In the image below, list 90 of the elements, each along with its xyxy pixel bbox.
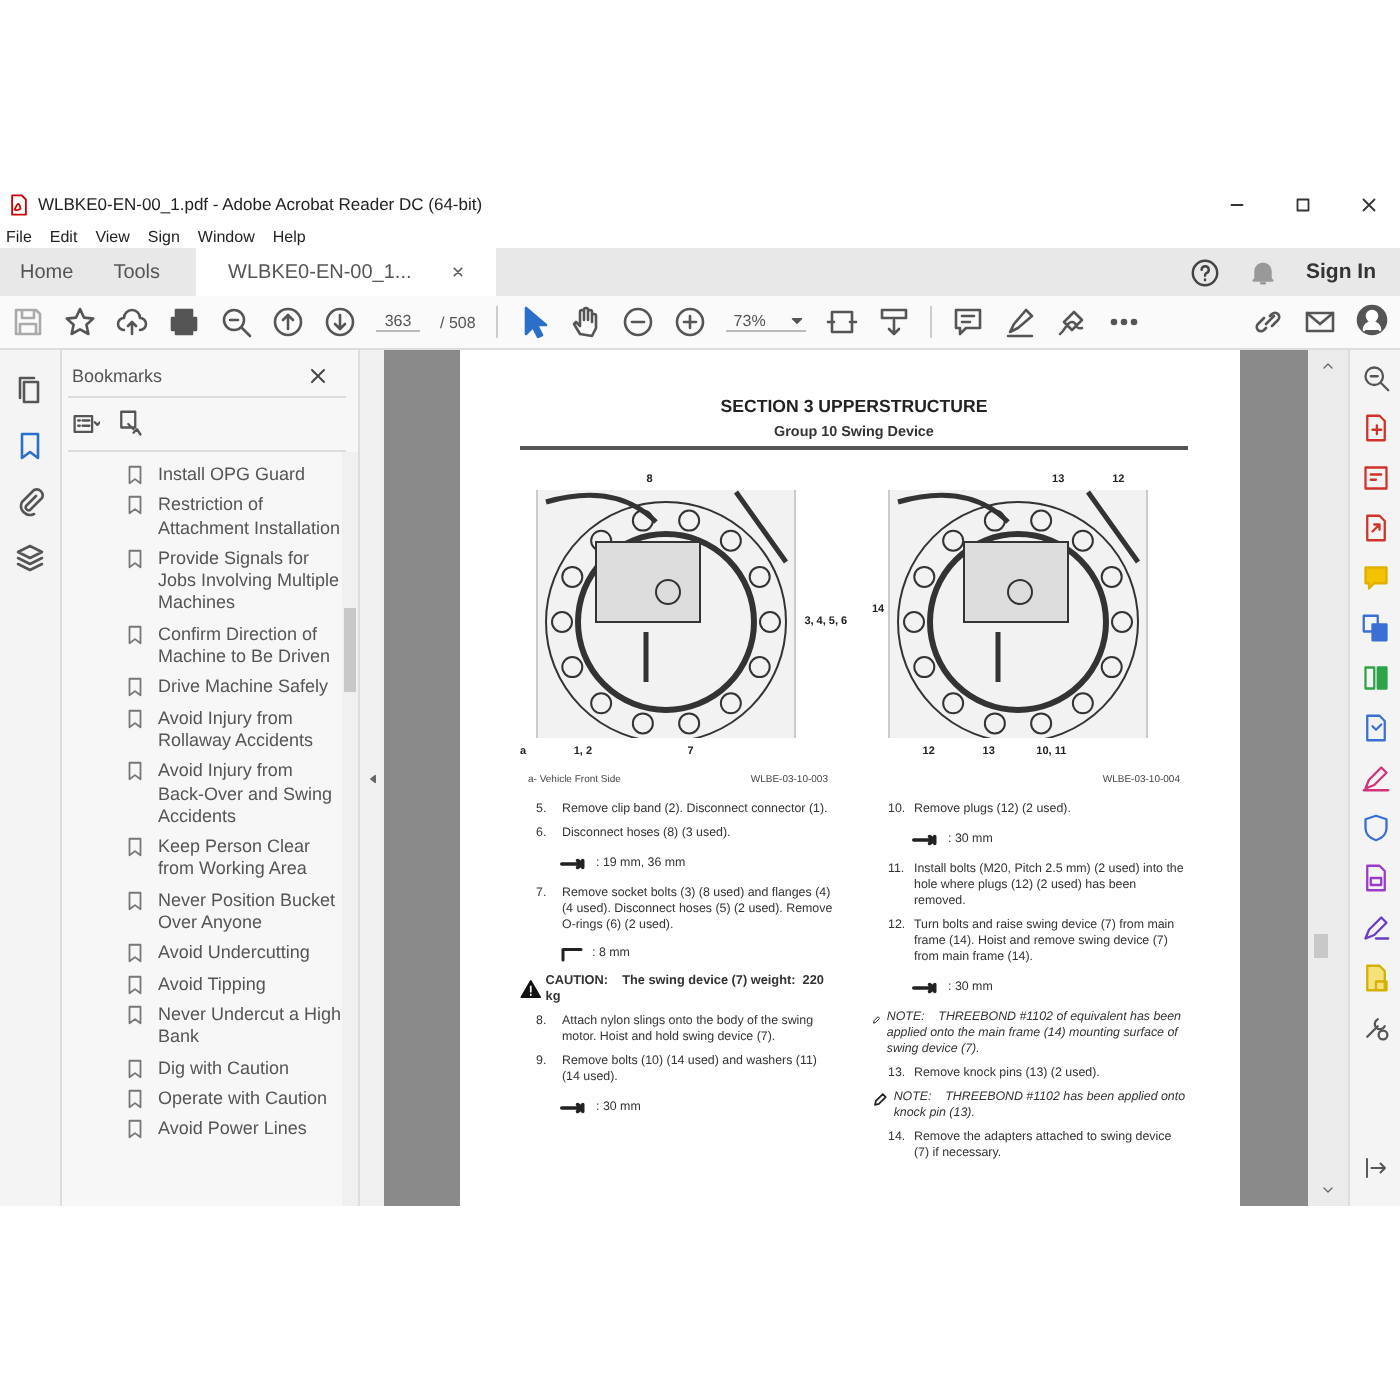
bookmark-icon (124, 1003, 146, 1026)
bookmark-item[interactable]: Never Undercut a High Bank (158, 1003, 342, 1050)
search-icon[interactable] (1361, 364, 1389, 392)
bookmark-item[interactable]: Avoid Power Lines (158, 1118, 307, 1141)
bookmark-item[interactable]: Provide Signals for Jobs Involving Multiple Machines (158, 547, 342, 616)
tab[interactable]: Tools (93, 248, 181, 296)
add-account-icon[interactable] (1356, 304, 1388, 336)
zoom-in-icon[interactable] (673, 306, 706, 338)
options-menu-icon[interactable] (72, 410, 100, 438)
bookmark-item[interactable]: Keep Person Clear from Working Area (158, 836, 342, 882)
bookmark-icon (124, 889, 146, 912)
bookmark-search-icon[interactable] (116, 410, 144, 438)
page-count: / 508 (440, 313, 476, 331)
bookmark-icon (124, 623, 146, 646)
bookmark-item[interactable]: Operate with Caution (158, 1087, 328, 1111)
warning-icon (520, 978, 542, 1000)
zoom-dropdown[interactable]: 73% (725, 312, 806, 332)
bookmark-icon (124, 836, 146, 859)
bookmark-icon (124, 760, 146, 783)
bookmark-item[interactable]: Avoid Tipping (158, 973, 266, 996)
expand-panel-icon[interactable] (1363, 1156, 1387, 1180)
link-icon[interactable] (1252, 306, 1284, 338)
menu-item[interactable]: View (95, 227, 130, 245)
bookmark-icon (124, 1087, 146, 1110)
edit-pdf-icon[interactable] (1361, 464, 1389, 492)
close-icon[interactable] (306, 364, 330, 388)
tab[interactable]: WLBKE0-EN-00_1... (196, 248, 496, 296)
caret-icon (787, 312, 806, 330)
menu-item[interactable]: Sign (147, 227, 180, 245)
comment-icon[interactable] (951, 306, 984, 338)
bookmark-item[interactable]: Restriction of Attachment Installation (158, 494, 342, 540)
pencil-icon (872, 1089, 888, 1109)
shield-icon[interactable] (1361, 814, 1389, 842)
scroll-up-icon[interactable] (1320, 358, 1336, 374)
bookmark-item[interactable]: Never Position Bucket Over Anyone (158, 889, 342, 935)
bookmark-item[interactable]: Avoid Injury from Rollaway Accidents (158, 707, 342, 753)
highlighter-icon[interactable] (1003, 306, 1036, 338)
help-icon[interactable] (1190, 257, 1220, 287)
zoom-out-icon[interactable] (220, 306, 252, 338)
tab[interactable]: Home (0, 248, 94, 296)
menu-item[interactable]: File (6, 227, 32, 245)
bookmark-icon (124, 494, 146, 517)
bookmark-item[interactable]: Install OPG Guard (158, 464, 306, 487)
bookmark-icon (124, 547, 146, 570)
print-icon[interactable] (168, 306, 200, 338)
combine-files-icon[interactable] (1361, 614, 1389, 642)
pdf-file-icon (8, 193, 30, 215)
sign-in-link[interactable]: Sign In (1306, 260, 1376, 284)
scroll-mode-icon[interactable] (877, 306, 910, 338)
zoom-out-icon[interactable] (621, 306, 654, 338)
window-title: WLBKE0-EN-00_1.pdf - Adobe Acrobat Reader DC (64-bit) (38, 194, 483, 214)
form-icon[interactable] (1361, 864, 1389, 892)
page-number-field[interactable]: 363 (376, 312, 420, 332)
menu-item[interactable]: Edit (49, 227, 78, 245)
bookmark-icon (124, 942, 146, 965)
close-icon[interactable] (1358, 193, 1380, 215)
bookmark-item[interactable]: Drive Machine Safely (158, 676, 329, 700)
tools-icon[interactable] (1361, 1014, 1389, 1042)
arrow-down-icon[interactable] (324, 306, 356, 338)
section-heading: SECTION 3 UPPERSTRUCTURE (718, 396, 990, 416)
bookmark-icon (124, 464, 146, 486)
hand-icon[interactable] (569, 306, 602, 338)
arrow-up-icon[interactable] (272, 306, 304, 338)
create-pdf-icon[interactable] (1361, 414, 1389, 442)
mail-icon[interactable] (1304, 306, 1336, 338)
bookmark-item[interactable]: Avoid Injury from Back-Over and Swing Accidents (158, 760, 342, 829)
bookmark-icon (124, 676, 146, 699)
bookmark-icon (124, 1118, 146, 1141)
menu-item[interactable]: Window (197, 227, 255, 245)
star-icon[interactable] (64, 306, 96, 338)
scrollbar-thumb[interactable] (344, 608, 356, 692)
bookmark-icon (124, 1057, 146, 1080)
panel-title: Bookmarks (72, 366, 163, 386)
paperclip-icon[interactable] (14, 486, 46, 518)
cloud-upload-icon[interactable] (116, 306, 148, 338)
bookmark-item[interactable]: Dig with Caution (158, 1057, 290, 1080)
bookmark-icon (124, 707, 146, 730)
fit-page-icon[interactable] (825, 306, 858, 338)
scroll-down-icon[interactable] (1320, 1182, 1336, 1198)
layers-icon[interactable] (14, 542, 46, 574)
organize-pages-icon[interactable] (1361, 664, 1389, 692)
scrollbar-thumb[interactable] (1314, 934, 1328, 958)
bookmark-item[interactable]: Avoid Undercutting (158, 942, 310, 966)
menu-item[interactable]: Help (272, 227, 306, 245)
export-pdf-icon[interactable] (1361, 514, 1389, 542)
close-icon[interactable] (447, 262, 468, 282)
bookmark-icon (124, 973, 146, 996)
pen-icon[interactable] (1361, 764, 1389, 792)
bookmark-item[interactable]: Confirm Direction of Machine to Be Driven (158, 623, 342, 669)
maximize-icon[interactable] (1292, 193, 1314, 215)
